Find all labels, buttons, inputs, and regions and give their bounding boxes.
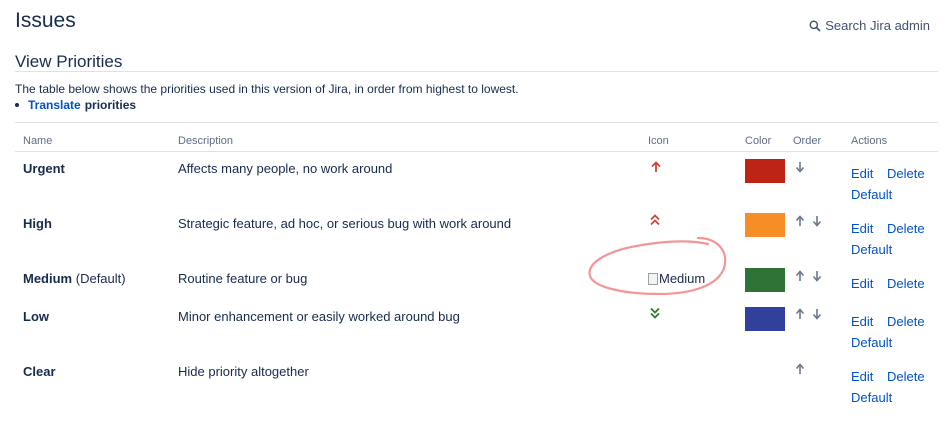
edit-link[interactable]: Edit bbox=[851, 276, 873, 291]
priority-color-swatch bbox=[745, 307, 785, 331]
bullet-dot bbox=[15, 103, 19, 107]
priority-color-swatch bbox=[745, 159, 785, 183]
move-up-icon[interactable] bbox=[795, 308, 805, 320]
translate-bullet: Translate priorities bbox=[15, 98, 136, 112]
section-title: View Priorities bbox=[15, 52, 123, 71]
arrow-up-icon bbox=[651, 161, 661, 172]
priority-color-swatch bbox=[745, 213, 785, 237]
priority-color-swatch bbox=[745, 268, 785, 292]
priority-name: Urgent bbox=[23, 161, 65, 176]
priority-name: High bbox=[23, 216, 52, 231]
search-admin-link[interactable]: Search Jira admin bbox=[809, 18, 930, 33]
column-header-order: Order bbox=[793, 135, 822, 147]
column-header-color: Color bbox=[745, 135, 772, 147]
table-header-divider bbox=[15, 151, 938, 152]
edit-link[interactable]: Edit bbox=[851, 314, 873, 329]
priority-description: Affects many people, no work around bbox=[178, 161, 393, 176]
edit-link[interactable]: Edit bbox=[851, 221, 873, 236]
priority-description: Strategic feature, ad hoc, or serious bu… bbox=[178, 216, 512, 231]
priority-name: Medium (Default) bbox=[23, 271, 126, 286]
priority-description: Minor enhancement or easily worked aroun… bbox=[178, 309, 460, 324]
move-up-icon[interactable] bbox=[795, 215, 805, 227]
default-marker: (Default) bbox=[75, 271, 126, 286]
move-down-icon[interactable] bbox=[812, 270, 822, 282]
set-default-link[interactable]: Default bbox=[851, 390, 892, 405]
intro-text: The table below shows the priorities use… bbox=[15, 82, 519, 96]
delete-link[interactable]: Delete bbox=[887, 166, 925, 181]
move-up-icon[interactable] bbox=[795, 270, 805, 282]
column-header-description: Description bbox=[178, 135, 234, 147]
set-default-link[interactable]: Default bbox=[851, 187, 892, 202]
column-header-name: Name bbox=[23, 135, 53, 147]
set-default-link[interactable]: Default bbox=[851, 335, 892, 350]
set-default-link[interactable]: Default bbox=[851, 242, 892, 257]
move-down-icon[interactable] bbox=[812, 308, 822, 320]
priority-name: Clear bbox=[23, 364, 56, 379]
double-chevron-down-icon bbox=[650, 307, 660, 319]
edit-link[interactable]: Edit bbox=[851, 369, 873, 384]
divider bbox=[15, 122, 938, 123]
divider bbox=[15, 71, 938, 72]
priority-description: Hide priority altogether bbox=[178, 364, 309, 379]
move-down-icon[interactable] bbox=[795, 161, 805, 173]
move-down-icon[interactable] bbox=[812, 215, 822, 227]
page-title: Issues bbox=[15, 9, 76, 32]
double-chevron-up-icon bbox=[650, 214, 660, 226]
translate-link[interactable]: Translate bbox=[28, 98, 81, 112]
move-up-icon[interactable] bbox=[795, 363, 805, 375]
hand-drawn-circle-annotation bbox=[588, 236, 727, 296]
priority-name-text: Medium bbox=[23, 271, 73, 286]
search-label: Search Jira admin bbox=[825, 18, 930, 33]
priority-name: Low bbox=[23, 309, 49, 324]
column-header-actions: Actions bbox=[851, 135, 888, 147]
delete-link[interactable]: Delete bbox=[887, 221, 925, 236]
column-header-icon: Icon bbox=[648, 135, 669, 147]
bullet-text: priorities bbox=[84, 98, 137, 112]
delete-link[interactable]: Delete bbox=[887, 314, 925, 329]
priority-description: Routine feature or bug bbox=[178, 271, 308, 286]
delete-link[interactable]: Delete bbox=[887, 276, 925, 291]
edit-link[interactable]: Edit bbox=[851, 166, 873, 181]
search-icon bbox=[809, 20, 821, 32]
delete-link[interactable]: Delete bbox=[887, 369, 925, 384]
